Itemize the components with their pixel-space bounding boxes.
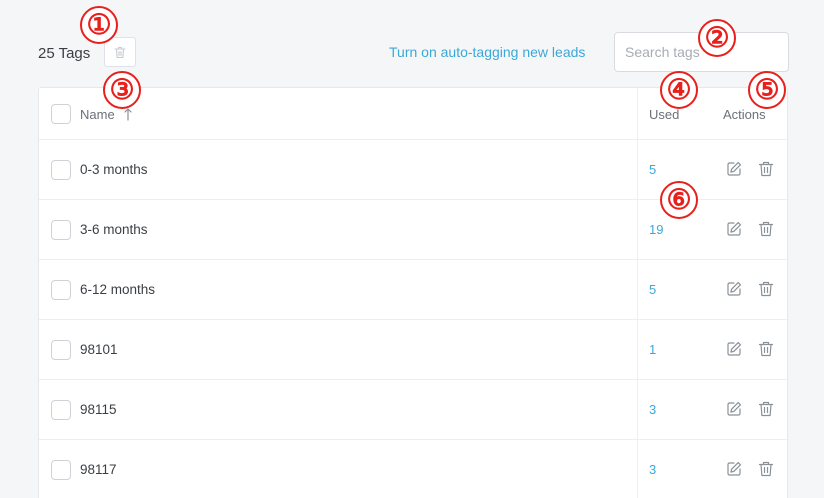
tags-table: Name Used Actions 0-3 months 5 3-6 month… (38, 87, 789, 498)
select-all-checkbox[interactable] (51, 104, 71, 124)
tag-used-count[interactable]: 3 (649, 402, 656, 417)
tag-name: 98115 (80, 402, 117, 417)
trash-icon[interactable] (757, 460, 775, 478)
edit-icon[interactable] (725, 220, 743, 238)
row-checkbox[interactable] (51, 340, 71, 360)
row-checkbox[interactable] (51, 220, 71, 240)
annotation-marker-6: ⑥ (660, 181, 698, 219)
used-column-header[interactable]: Used (649, 107, 679, 122)
edit-icon[interactable] (725, 280, 743, 298)
tag-name: 3-6 months (80, 222, 148, 237)
tag-count: 25 Tags (38, 45, 91, 62)
trash-icon[interactable] (757, 280, 775, 298)
arrow-up-icon[interactable] (124, 107, 132, 121)
actions-column-header: Actions (723, 107, 766, 122)
edit-icon[interactable] (725, 340, 743, 358)
annotation-marker-5: ⑤ (748, 71, 786, 109)
tag-name: 98117 (80, 462, 117, 477)
tag-name: 0-3 months (80, 162, 148, 177)
row-checkbox[interactable] (51, 160, 71, 180)
name-column-header[interactable]: Name (80, 107, 115, 122)
annotation-marker-3: ③ (103, 71, 141, 109)
trash-icon[interactable] (757, 400, 775, 418)
trash-icon[interactable] (757, 340, 775, 358)
tag-used-count[interactable]: 3 (649, 462, 656, 477)
table-row: 98101 1 (39, 320, 789, 380)
tag-name: 6-12 months (80, 282, 156, 297)
tag-used-count[interactable]: 5 (649, 282, 656, 297)
bulk-delete-button[interactable] (104, 37, 136, 67)
trash-icon (114, 46, 126, 58)
annotation-marker-4: ④ (660, 71, 698, 109)
row-checkbox[interactable] (51, 280, 71, 300)
auto-tagging-link[interactable]: Turn on auto-tagging new leads (389, 44, 585, 60)
annotation-marker-2: ② (698, 19, 736, 57)
table-row: 98115 3 (39, 380, 789, 440)
trash-icon[interactable] (757, 220, 775, 238)
row-checkbox[interactable] (51, 460, 71, 480)
table-row: 98117 3 (39, 440, 789, 498)
trash-icon[interactable] (757, 160, 775, 178)
edit-icon[interactable] (725, 460, 743, 478)
annotation-marker-1: ① (80, 6, 118, 44)
row-checkbox[interactable] (51, 400, 71, 420)
table-row: 6-12 months 5 (39, 260, 789, 320)
tag-used-count[interactable]: 5 (649, 162, 656, 177)
tag-name: 98101 (80, 342, 118, 357)
edit-icon[interactable] (725, 160, 743, 178)
edit-icon[interactable] (725, 400, 743, 418)
tag-used-count[interactable]: 19 (649, 222, 663, 237)
tag-used-count[interactable]: 1 (649, 342, 656, 357)
